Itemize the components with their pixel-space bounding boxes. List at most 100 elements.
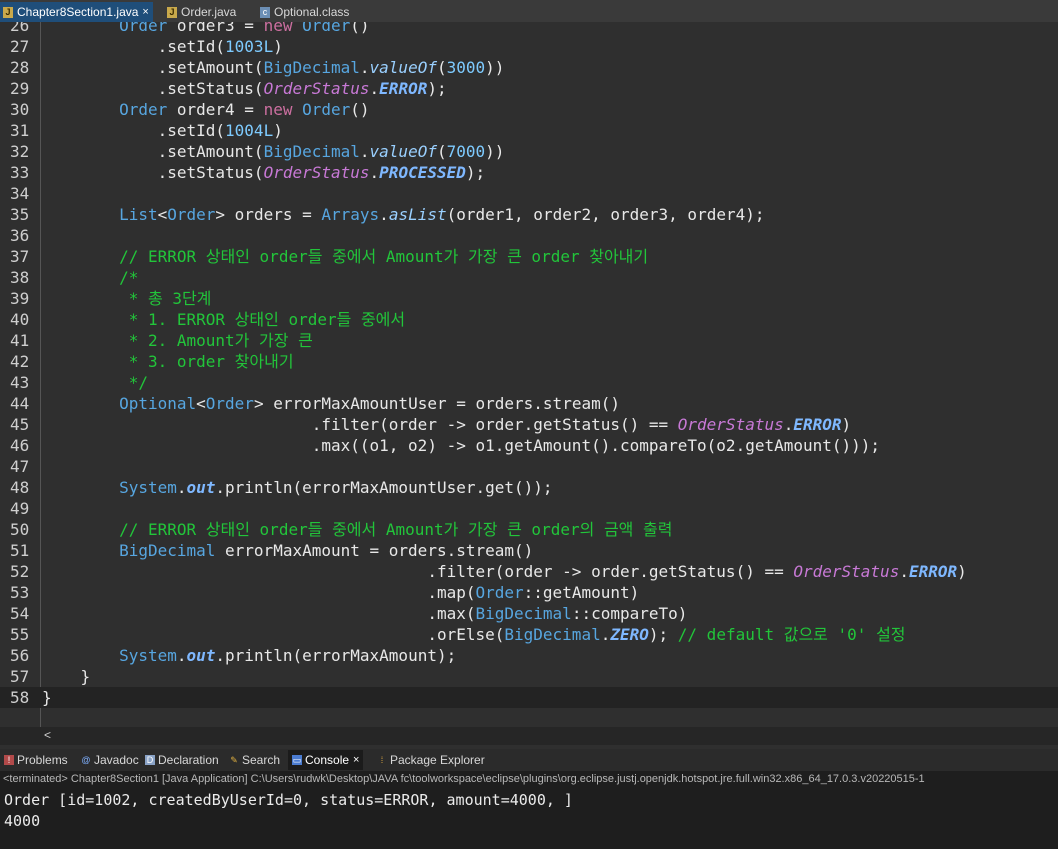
code-text[interactable]: .setId(1003L): [42, 36, 283, 57]
tab-label: Optional.class: [274, 5, 350, 19]
tab-console[interactable]: ▭ Console ×: [288, 750, 364, 770]
code-text[interactable]: BigDecimal errorMaxAmount = orders.strea…: [42, 540, 533, 561]
code-line[interactable]: 37 // ERROR 상태인 order들 중에서 Amount가 가장 큰 …: [0, 246, 1058, 267]
scroll-left-arrow-icon[interactable]: <: [44, 727, 51, 743]
tab-javadoc[interactable]: @ Javadoc: [81, 750, 139, 770]
line-number: 42: [10, 352, 30, 371]
code-line[interactable]: 29 .setStatus(OrderStatus.ERROR);: [0, 78, 1058, 99]
code-line[interactable]: 51 BigDecimal errorMaxAmount = orders.st…: [0, 540, 1058, 561]
code-text[interactable]: System.out.println(errorMaxAmountUser.ge…: [42, 477, 553, 498]
code-text[interactable]: }: [42, 687, 52, 708]
tab-search[interactable]: ✎ Search: [229, 750, 280, 770]
line-number: 32: [10, 142, 30, 161]
code-text[interactable]: .filter(order -> order.getStatus() == Or…: [42, 414, 851, 435]
line-number: 47: [10, 457, 30, 476]
code-line[interactable]: 32 .setAmount(BigDecimal.valueOf(7000)): [0, 141, 1058, 162]
tab-optional-class[interactable]: c Optional.class: [260, 2, 349, 22]
code-line[interactable]: 35 List<Order> orders = Arrays.asList(or…: [0, 204, 1058, 225]
code-line[interactable]: 46 .max((o1, o2) -> o1.getAmount().compa…: [0, 435, 1058, 456]
line-number: 34: [10, 184, 30, 203]
code-line[interactable]: 42 * 3. order 찾아내기: [0, 351, 1058, 372]
close-icon[interactable]: ×: [353, 754, 359, 766]
code-text[interactable]: .setStatus(OrderStatus.ERROR);: [42, 78, 447, 99]
code-text[interactable]: .setId(1004L): [42, 120, 283, 141]
search-icon: ✎: [230, 755, 238, 765]
code-text[interactable]: .map(Order::getAmount): [42, 582, 639, 603]
code-line[interactable]: 38 /*: [0, 267, 1058, 288]
code-text[interactable]: .setAmount(BigDecimal.valueOf(3000)): [42, 57, 505, 78]
code-line[interactable]: 50 // ERROR 상태인 order들 중에서 Amount가 가장 큰 …: [0, 519, 1058, 540]
code-line[interactable]: 57 }: [0, 666, 1058, 687]
tab-label: Declaration: [158, 753, 219, 767]
code-text[interactable]: Optional<Order> errorMaxAmountUser = ord…: [42, 393, 620, 414]
code-line[interactable]: 49: [0, 498, 1058, 519]
code-text[interactable]: */: [42, 372, 148, 393]
code-line[interactable]: 31 .setId(1004L): [0, 120, 1058, 141]
code-line[interactable]: 48 System.out.println(errorMaxAmountUser…: [0, 477, 1058, 498]
code-text[interactable]: List<Order> orders = Arrays.asList(order…: [42, 204, 764, 225]
code-line[interactable]: 39 * 총 3단계: [0, 288, 1058, 309]
code-line[interactable]: 55 .orElse(BigDecimal.ZERO); // default …: [0, 624, 1058, 645]
declaration-icon: D: [145, 755, 155, 765]
code-line[interactable]: 36: [0, 225, 1058, 246]
code-line[interactable]: 54 .max(BigDecimal::compareTo): [0, 603, 1058, 624]
tab-chapter8section1[interactable]: J Chapter8Section1.java ×: [0, 2, 153, 22]
line-number: 50: [10, 520, 30, 539]
code-text[interactable]: .filter(order -> order.getStatus() == Or…: [42, 561, 966, 582]
code-line[interactable]: 26 Order order3 = new Order(): [0, 22, 1058, 36]
tab-problems[interactable]: ! Problems: [4, 750, 68, 770]
tab-package-explorer[interactable]: ⁞ Package Explorer: [377, 750, 485, 770]
code-line[interactable]: 56 System.out.println(errorMaxAmount);: [0, 645, 1058, 666]
close-icon[interactable]: ×: [142, 6, 148, 18]
code-text[interactable]: .orElse(BigDecimal.ZERO); // default 값으로…: [42, 624, 905, 645]
code-text[interactable]: System.out.println(errorMaxAmount);: [42, 645, 456, 666]
code-line[interactable]: 30 Order order4 = new Order(): [0, 99, 1058, 120]
code-line[interactable]: 52 .filter(order -> order.getStatus() ==…: [0, 561, 1058, 582]
code-text[interactable]: }: [42, 666, 91, 687]
code-text[interactable]: // ERROR 상태인 order들 중에서 Amount가 가장 큰 ord…: [42, 246, 648, 267]
code-line[interactable]: 28 .setAmount(BigDecimal.valueOf(3000)): [0, 57, 1058, 78]
tab-label: Problems: [17, 753, 68, 767]
code-line[interactable]: 33 .setStatus(OrderStatus.PROCESSED);: [0, 162, 1058, 183]
tab-label: Package Explorer: [390, 753, 485, 767]
horizontal-scrollbar[interactable]: <: [0, 727, 1058, 745]
console-output-line: 4000: [4, 812, 41, 830]
code-text[interactable]: * 3. order 찾아내기: [42, 351, 294, 372]
code-text[interactable]: * 2. Amount가 가장 큰: [42, 330, 313, 351]
code-text[interactable]: * 1. ERROR 상태인 order들 중에서: [42, 309, 405, 330]
code-line[interactable]: 34: [0, 183, 1058, 204]
console-icon: ▭: [292, 755, 302, 765]
line-number: 35: [10, 205, 30, 224]
code-text[interactable]: .setAmount(BigDecimal.valueOf(7000)): [42, 141, 505, 162]
code-line[interactable]: 41 * 2. Amount가 가장 큰: [0, 330, 1058, 351]
console-panel[interactable]: <terminated> Chapter8Section1 [Java Appl…: [0, 771, 1058, 849]
code-text[interactable]: .max(BigDecimal::compareTo): [42, 603, 687, 624]
tab-declaration[interactable]: D Declaration: [145, 750, 219, 770]
code-line[interactable]: 58}: [0, 687, 1058, 708]
code-line[interactable]: 43 */: [0, 372, 1058, 393]
code-line[interactable]: 40 * 1. ERROR 상태인 order들 중에서: [0, 309, 1058, 330]
code-text[interactable]: Order order3 = new Order(): [42, 22, 369, 36]
code-line[interactable]: 44 Optional<Order> errorMaxAmountUser = …: [0, 393, 1058, 414]
code-text[interactable]: /*: [42, 267, 138, 288]
tab-label: Javadoc: [94, 753, 139, 767]
code-editor[interactable]: 26 Order order3 = new Order() 27 .setId(1…: [0, 22, 1058, 727]
line-number: 26: [10, 22, 30, 35]
code-line[interactable]: 53 .map(Order::getAmount): [0, 582, 1058, 603]
code-text[interactable]: .setStatus(OrderStatus.PROCESSED);: [42, 162, 486, 183]
package-explorer-icon: ⁞: [380, 755, 384, 765]
tab-label: Order.java: [181, 5, 237, 19]
line-number: 46: [10, 436, 30, 455]
code-line[interactable]: 45 .filter(order -> order.getStatus() ==…: [0, 414, 1058, 435]
code-text[interactable]: .max((o1, o2) -> o1.getAmount().compareT…: [42, 435, 880, 456]
console-output-line: Order [id=1002, createdByUserId=0, statu…: [4, 791, 573, 809]
code-line[interactable]: 27 .setId(1003L): [0, 36, 1058, 57]
tab-order-java[interactable]: J Order.java: [167, 2, 236, 22]
editor-tab-bar: J Chapter8Section1.java × J Order.java c…: [0, 0, 1058, 22]
line-number: 43: [10, 373, 30, 392]
code-text[interactable]: // ERROR 상태인 order들 중에서 Amount가 가장 큰 ord…: [42, 519, 672, 540]
line-number: 58: [10, 688, 30, 707]
code-text[interactable]: * 총 3단계: [42, 288, 212, 309]
code-text[interactable]: Order order4 = new Order(): [42, 99, 369, 120]
code-line[interactable]: 47: [0, 456, 1058, 477]
